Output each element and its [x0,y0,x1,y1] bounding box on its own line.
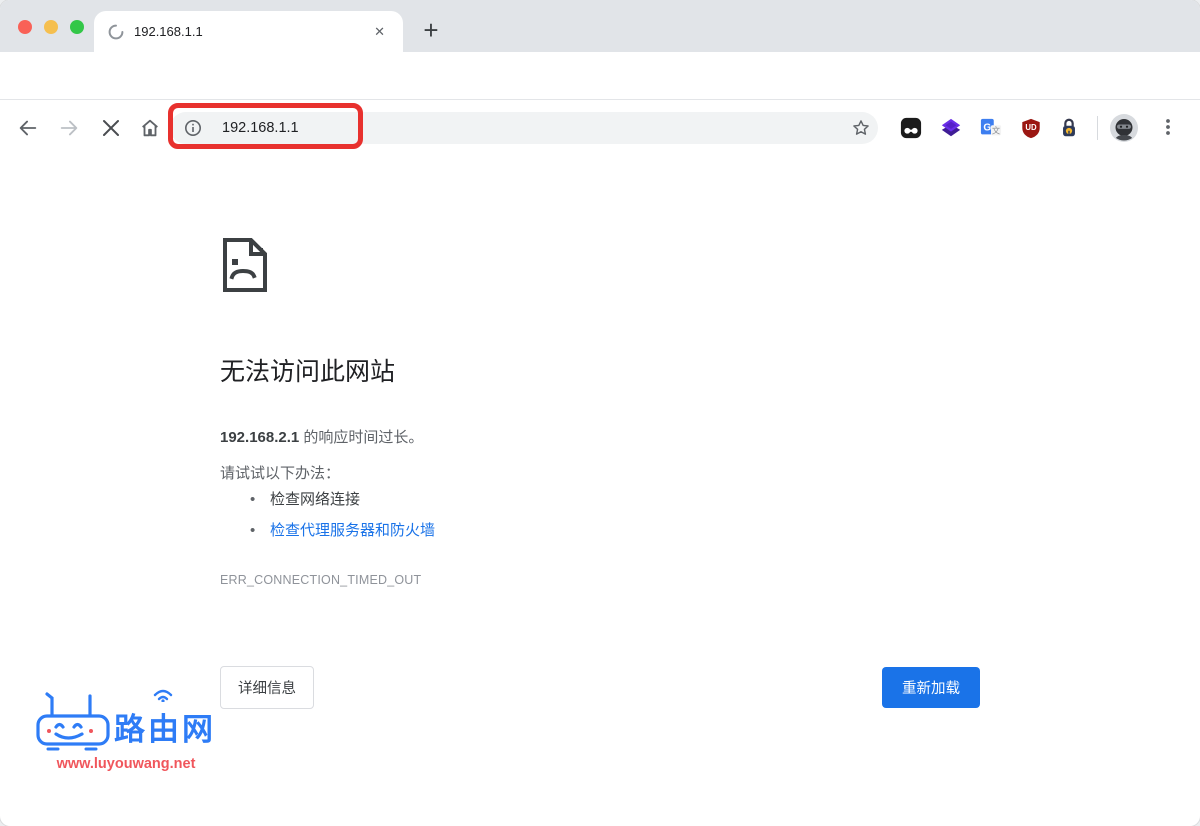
traffic-light-close[interactable] [18,20,32,34]
error-page-title: 无法访问此网站 [220,352,395,388]
suggestions-list: 检查网络连接 检查代理服务器和防火墙 [220,484,435,546]
extension-google-translate-button[interactable]: G文 [980,117,1002,139]
tab-strip: 192.168.1.1 ✕ + [0,0,1200,52]
error-host: 192.168.2.1 [220,429,299,446]
info-icon [184,119,202,137]
traffic-light-maximize[interactable] [70,20,84,34]
svg-text:文: 文 [992,125,1000,135]
extension-ublock-button[interactable]: UD [1020,117,1042,139]
extension-padlock-button[interactable] [1058,117,1080,139]
watermark-brand-text: 路由网 [114,704,216,749]
suggestion-check-network: 检查网络连接 [270,491,360,508]
svg-text:G: G [983,122,991,133]
bookmark-star-button[interactable] [851,118,871,143]
browser-window: 192.168.1.1 ✕ + 192.168.1.1 [0,0,1200,826]
profile-avatar-button[interactable] [1110,114,1138,142]
extension-purple-layers-button[interactable] [940,117,962,139]
suggestions-intro: 请试试以下办法： [220,462,340,483]
stop-x-icon [102,119,120,137]
suggestion-item: 检查代理服务器和防火墙 [220,515,435,546]
ublock-shield-icon: UD [1020,117,1042,140]
reload-button[interactable]: 重新加载 [882,667,980,708]
error-message: 192.168.2.1 的响应时间过长。 [220,426,423,447]
traffic-light-minimize[interactable] [44,20,58,34]
sad-file-icon [220,237,270,298]
router-logo-icon [34,690,112,761]
tab-close-button[interactable]: ✕ [370,23,389,40]
error-code: ERR_CONNECTION_TIMED_OUT [220,573,421,587]
browser-tab[interactable]: 192.168.1.1 ✕ [94,11,403,52]
ninja-avatar-icon [1110,114,1138,142]
error-message-text: 的响应时间过长。 [299,429,423,446]
extension-tampermonkey-button[interactable] [900,117,922,139]
browser-menu-button[interactable] [1158,117,1178,142]
home-button[interactable] [138,116,162,140]
stop-loading-button[interactable] [99,116,123,140]
forward-button[interactable] [57,116,81,140]
google-translate-icon: G文 [980,116,1002,140]
back-button[interactable] [16,116,40,140]
new-tab-button[interactable]: + [413,12,449,48]
svg-text:UD: UD [1025,122,1037,131]
purple-layers-icon [940,116,962,140]
tab-title: 192.168.1.1 [134,24,370,39]
tampermonkey-icon [900,116,922,140]
details-button[interactable]: 详细信息 [220,666,314,709]
watermark: 路由网 www.luyouwang.net [34,688,234,780]
three-dot-menu-icon [1158,117,1178,137]
loading-spinner-icon [108,24,124,40]
watermark-url: www.luyouwang.net [34,756,218,772]
url-bar[interactable]: 192.168.1.1 [170,112,878,144]
forward-arrow-icon [58,117,80,139]
suggestion-check-proxy-link[interactable]: 检查代理服务器和防火墙 [270,522,435,539]
star-outline-icon [851,118,871,138]
back-arrow-icon [17,117,39,139]
toolbar-separator [1097,116,1098,140]
url-text: 192.168.1.1 [222,112,299,144]
site-info-button[interactable] [184,119,202,142]
suggestion-item: 检查网络连接 [220,484,435,515]
home-icon [139,117,161,139]
padlock-icon [1058,117,1080,139]
navigation-toolbar: 192.168.1.1 G文 UD [0,52,1200,100]
